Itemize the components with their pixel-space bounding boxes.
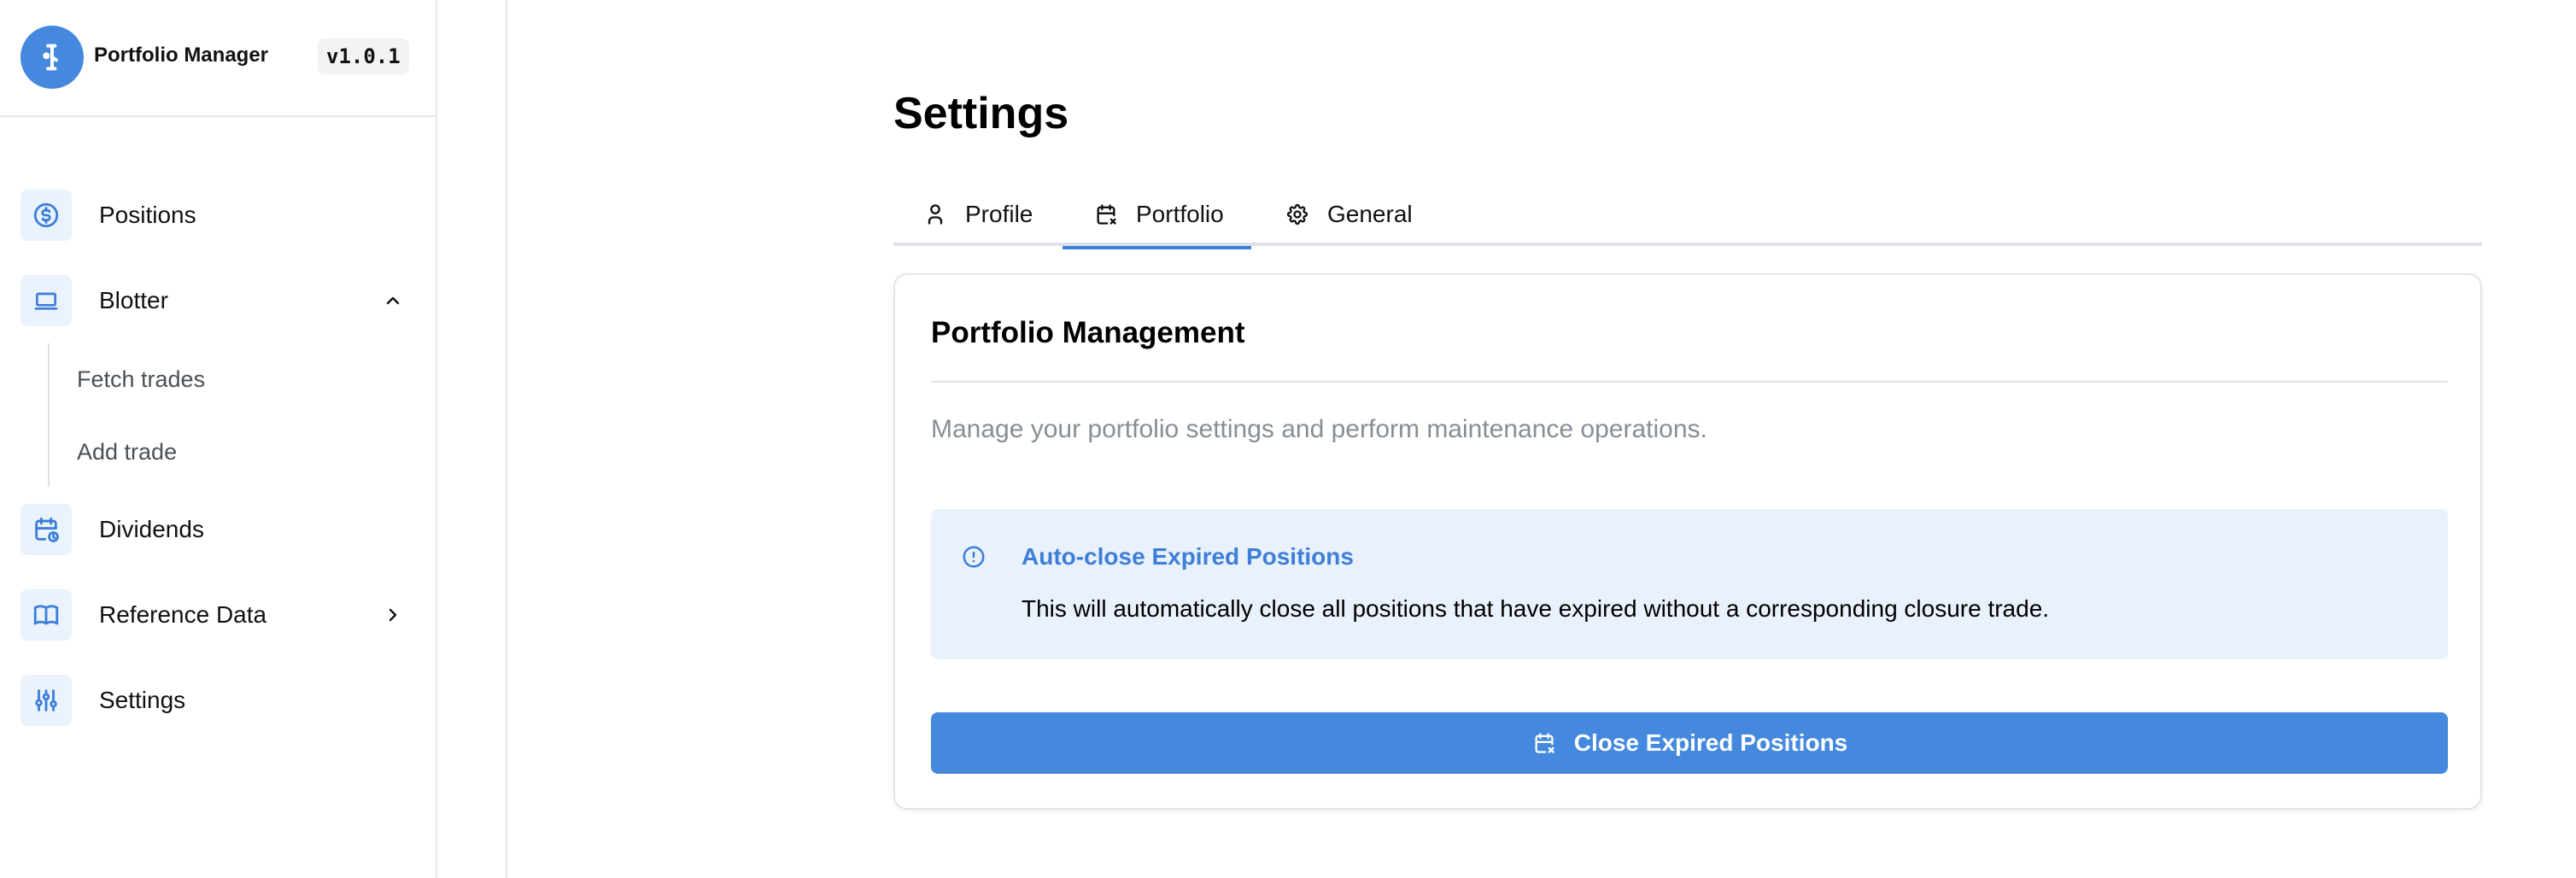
nav-icon-box [20,190,72,241]
calendar-x-icon [1093,202,1119,227]
info-alert: Auto-close Expired Positions This will a… [931,509,2448,659]
alert-title: Auto-close Expired Positions [1022,543,1354,570]
user-icon [922,202,948,227]
app-title: Portfolio Manager [94,44,269,67]
dollar-circle-icon [32,201,61,230]
tab-portfolio[interactable]: Portfolio [1063,183,1251,249]
sidebar-item-label: Blotter [99,287,168,313]
sidebar-item-positions[interactable]: Positions [20,188,413,243]
alert-text: This will automatically close all positi… [1022,595,2050,622]
sidebar-item-label: Settings [99,687,186,713]
nav-icon-box [20,275,72,326]
sidebar-item-settings[interactable]: Settings [20,673,413,728]
sidebar-item-reference-data[interactable]: Reference Data [20,588,413,642]
card-title: Portfolio Management [931,316,1245,349]
sliders-icon [32,686,61,715]
sidebar-item-dividends[interactable]: Dividends [20,502,413,557]
tab-general[interactable]: General [1285,183,1413,246]
calendar-clock-icon [32,515,61,544]
portfolio-management-card: Portfolio Management Manage your portfol… [893,273,2482,810]
card-description: Manage your portfolio settings and perfo… [931,415,1707,443]
page-title: Settings [893,89,1069,138]
sidebar-item-blotter[interactable]: Blotter [20,273,413,328]
sidebar-subitem-add-trade[interactable]: Add trade [77,439,177,465]
sidebar-subitem-fetch-trades[interactable]: Fetch trades [77,366,205,393]
submenu-guide-line [48,343,50,487]
close-expired-positions-button[interactable]: Close Expired Positions [931,712,2448,774]
card-divider [931,381,2448,383]
book-open-icon [32,600,61,629]
sidebar-item-label: Positions [99,202,196,228]
app-logo[interactable] [20,26,84,89]
tab-label: General [1327,201,1413,227]
calendar-x-icon [1531,730,1557,756]
button-label: Close Expired Positions [1573,729,1848,756]
info-circle-icon [960,543,987,571]
nav-icon-box [20,675,72,726]
nav-icon-box [20,589,72,641]
sidebar-header: Portfolio Manager v1.0.1 [0,0,436,117]
chevron-up-icon[interactable] [381,289,405,313]
tab-label: Profile [965,201,1033,227]
flask-logo-icon [35,40,69,74]
secondary-panel [437,0,507,878]
sidebar-item-label: Reference Data [99,601,267,628]
nav-icon-box [20,504,72,555]
laptop-icon [32,287,60,314]
sidebar: Portfolio Manager v1.0.1 Positions Blott… [0,0,437,878]
tab-profile[interactable]: Profile [922,183,1033,246]
chevron-right-icon[interactable] [381,603,405,627]
version-badge: v1.0.1 [318,38,409,74]
sidebar-item-label: Dividends [99,516,204,542]
tab-label: Portfolio [1136,201,1224,227]
settings-tabs: Profile Portfolio General [893,183,2482,249]
gear-icon [1285,202,1310,227]
